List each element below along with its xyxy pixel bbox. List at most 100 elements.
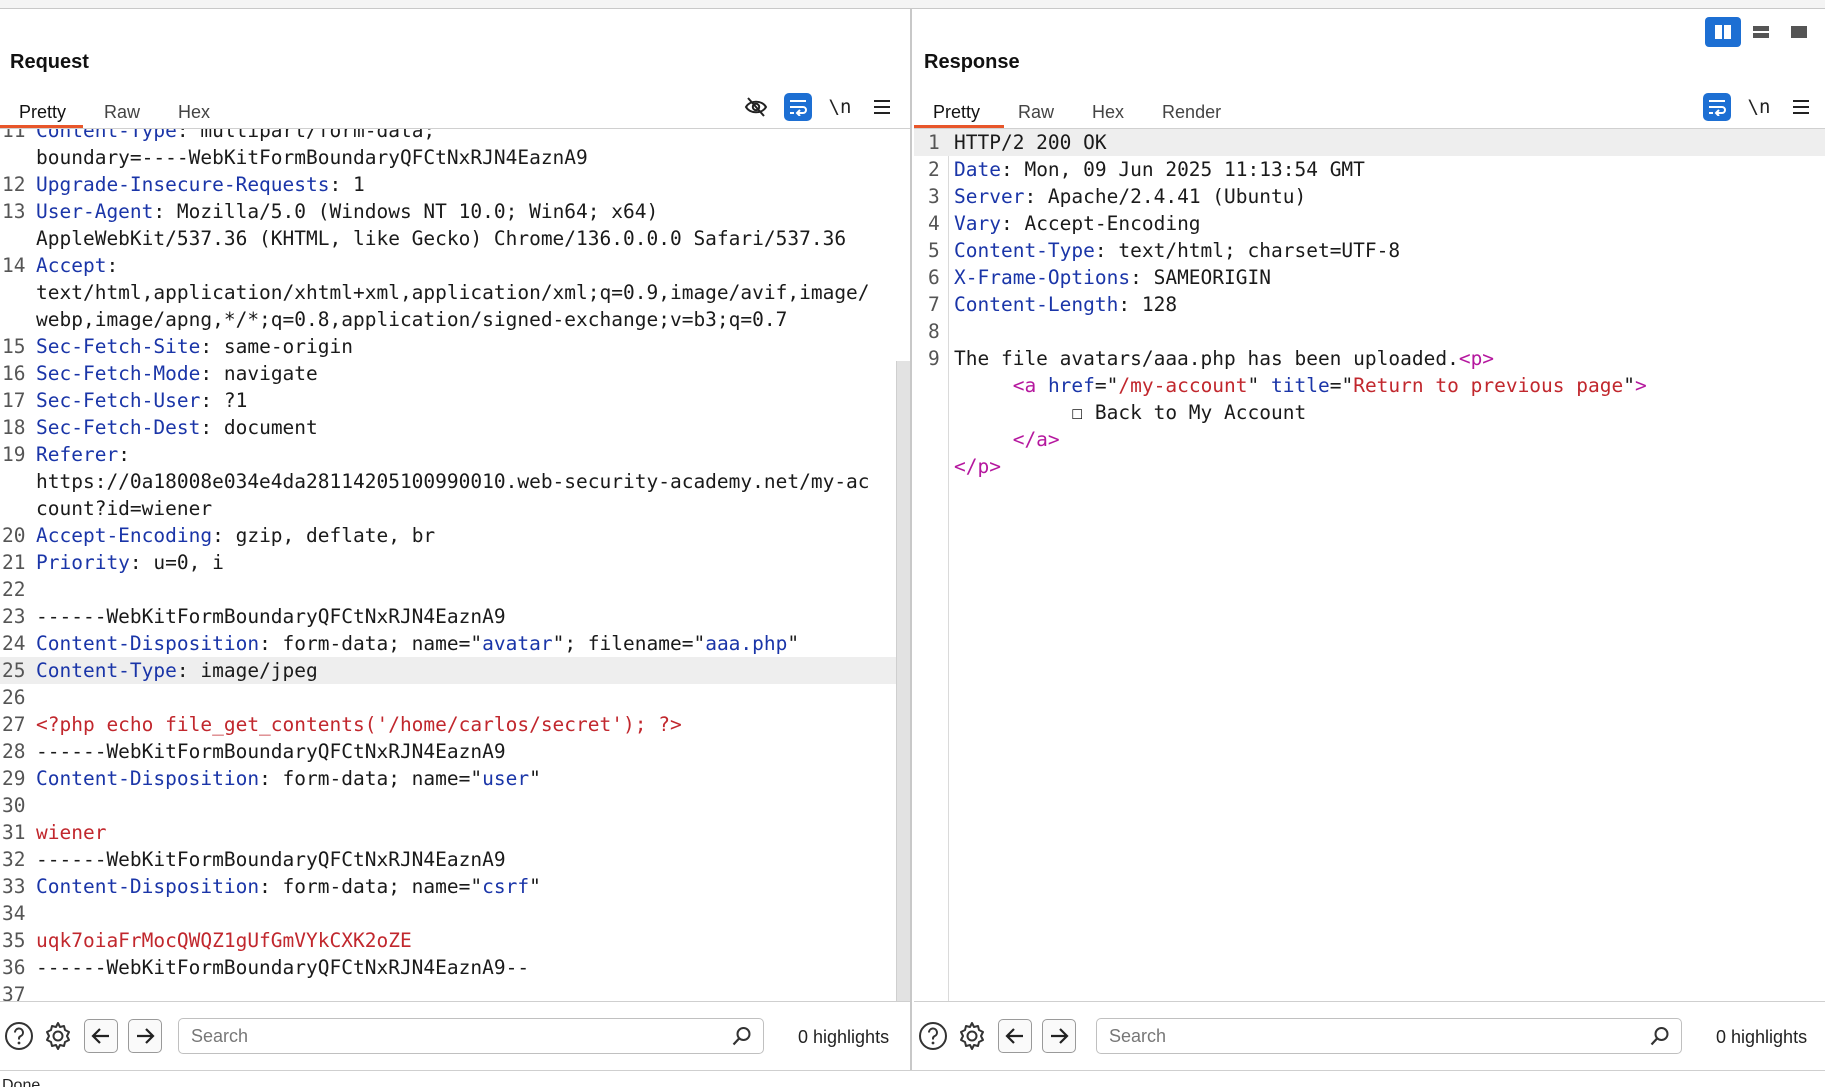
code-token: ------WebKitFormBoundaryQFCtNxRJN4EaznA9 (36, 740, 506, 763)
line-text (36, 792, 910, 819)
menu-icon[interactable] (868, 93, 896, 121)
code-token: : (106, 254, 119, 277)
response-editor[interactable]: 1 HTTP/2 200 OK 2 Date: Mon, 09 Jun 2025 11… (914, 129, 1825, 1001)
line-text: Sec-Fetch-Site: same-origin (36, 333, 910, 360)
line-number (914, 372, 954, 399)
line-number: 29 (2, 767, 26, 790)
line-text: Upgrade-Insecure-Requests: 1 (36, 171, 910, 198)
line-number: 25 (2, 659, 26, 682)
request-title: Request (10, 51, 89, 73)
line-number: 37 (2, 983, 26, 1001)
code-token: Sec-Fetch-User (36, 389, 201, 412)
line-number (0, 144, 36, 171)
code-token: The file avatars/aaa.php has been upload… (954, 347, 1459, 370)
response-tab-render[interactable]: Render (1143, 95, 1240, 129)
code-token: ☐ Back to My Account (954, 401, 1307, 424)
line-number: 1 (928, 131, 940, 154)
settings-gear-icon[interactable] (956, 1020, 988, 1052)
response-pane: Response Pretty Raw Hex Render \n 1 HTTP/… (914, 9, 1825, 1070)
line-number: 19 (2, 443, 26, 466)
line-number (0, 495, 36, 522)
newline-icon[interactable]: \n (1745, 93, 1773, 121)
code-line: 28 ------WebKitFormBoundaryQFCtNxRJN4Eazn… (0, 738, 910, 765)
line-number: 22 (2, 578, 26, 601)
top-bottom-layout-icon[interactable] (1743, 17, 1779, 47)
settings-gear-icon[interactable] (42, 1020, 74, 1052)
code-token: : 1 (329, 173, 365, 196)
request-code: 11 Content-Type: multipart/form-data; boun… (0, 129, 910, 1001)
code-token: =" (1329, 374, 1354, 397)
code-token: Accept-Encoding (36, 524, 213, 547)
next-match-button[interactable] (128, 1019, 162, 1053)
code-token: > (1634, 374, 1647, 397)
response-tab-pretty[interactable]: Pretty (914, 95, 999, 129)
hide-nonprintable-icon[interactable] (742, 93, 770, 121)
previous-match-button[interactable] (84, 1019, 118, 1053)
request-tab-raw[interactable]: Raw (85, 95, 159, 129)
line-number: 20 (2, 524, 26, 547)
code-line: webp,image/apng,*/*;q=0.8,application/si… (0, 306, 910, 333)
word-wrap-icon[interactable] (1703, 93, 1731, 121)
code-token: href (1047, 374, 1095, 397)
response-tab-hex[interactable]: Hex (1073, 95, 1143, 129)
code-token: : 128 (1118, 293, 1178, 316)
code-line: 14 Accept: (0, 252, 910, 279)
request-scrollbar[interactable] (896, 361, 910, 1005)
line-number: 3 (928, 185, 940, 208)
request-highlights-count: 0 highlights (798, 1027, 890, 1047)
search-icon (1649, 1025, 1671, 1052)
request-search-input[interactable] (191, 1026, 688, 1047)
code-token: Content-Disposition (36, 767, 260, 790)
help-icon[interactable] (917, 1020, 949, 1052)
side-by-side-layout-icon[interactable] (1705, 17, 1741, 47)
layout-toggle-group (1705, 17, 1817, 47)
code-token: Priority (36, 551, 130, 574)
request-search-bar: 0 highlights (0, 1001, 910, 1070)
single-pane-layout-icon[interactable] (1781, 17, 1817, 47)
code-token: : u=0, i (129, 551, 224, 574)
response-search-input[interactable] (1109, 1026, 1606, 1047)
code-token: Sec-Fetch-Dest (36, 416, 201, 439)
line-text: User-Agent: Mozilla/5.0 (Windows NT 10.0… (36, 198, 910, 225)
line-text (36, 684, 910, 711)
line-number: 21 (2, 551, 26, 574)
code-token: " (529, 875, 541, 898)
response-toolbar: \n (1703, 93, 1815, 121)
code-line: 16 Sec-Fetch-Mode: navigate (0, 360, 910, 387)
response-tab-raw[interactable]: Raw (999, 95, 1073, 129)
response-search-bar: 0 highlights (914, 1001, 1825, 1070)
status-text: Done (2, 1077, 41, 1087)
code-token: HTTP/2 200 OK (954, 131, 1107, 154)
code-line: 35 uqk7oiaFrMocQWQZ1gUfGmVYkCXK2oZE (0, 927, 910, 954)
help-icon[interactable] (3, 1020, 35, 1052)
word-wrap-icon[interactable] (784, 93, 812, 121)
line-number (914, 426, 954, 453)
menu-icon[interactable] (1787, 93, 1815, 121)
line-text: Sec-Fetch-User: ?1 (36, 387, 910, 414)
line-number: 7 (928, 293, 940, 316)
line-number: 12 (2, 173, 26, 196)
code-token: : multipart/form-data; (176, 129, 436, 142)
request-tab-hex[interactable]: Hex (159, 95, 229, 129)
code-token: Content-Disposition (36, 632, 260, 655)
status-bar: Done (0, 1070, 1825, 1087)
code-line: 37 (0, 981, 910, 1001)
line-text: Content-Disposition: form-data; name="cs… (36, 873, 910, 900)
line-number: 30 (2, 794, 26, 817)
line-text: Accept: (36, 252, 910, 279)
request-editor[interactable]: 11 Content-Type: multipart/form-data; boun… (0, 129, 910, 1001)
line-number (0, 468, 36, 495)
code-token: " (1247, 374, 1272, 397)
code-line: 6 X-Frame-Options: SAMEORIGIN (914, 264, 1825, 291)
request-search-field[interactable] (178, 1018, 764, 1054)
code-line: 22 (0, 576, 910, 603)
request-tab-pretty[interactable]: Pretty (0, 95, 85, 129)
line-number: 18 (2, 416, 26, 439)
newline-icon[interactable]: \n (826, 93, 854, 121)
previous-match-button[interactable] (998, 1019, 1032, 1053)
response-search-field[interactable] (1096, 1018, 1682, 1054)
next-match-button[interactable] (1042, 1019, 1076, 1053)
code-line: 21 Priority: u=0, i (0, 549, 910, 576)
code-token: : SAMEORIGIN (1130, 266, 1271, 289)
